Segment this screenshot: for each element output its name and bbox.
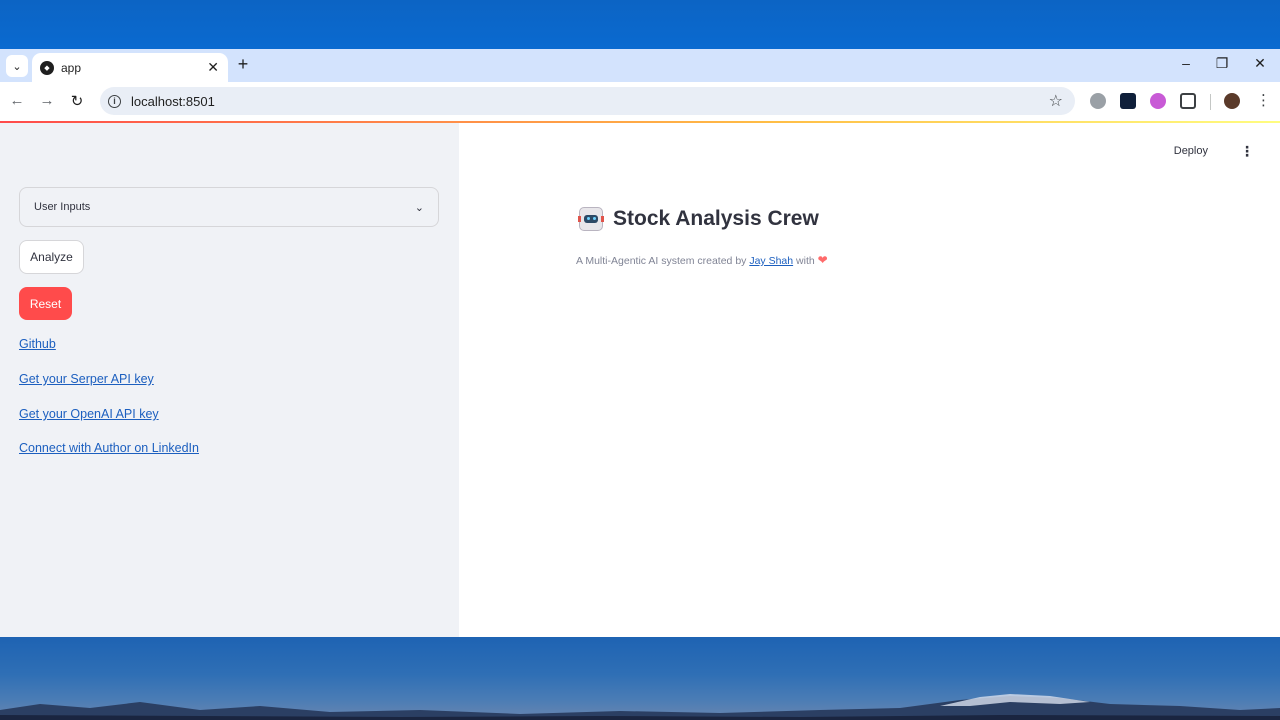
author-link[interactable]: Jay Shah xyxy=(749,255,793,267)
subtitle-prefix: A Multi-Agentic AI system created by xyxy=(576,255,750,267)
star-icon[interactable]: ☆ xyxy=(1049,91,1063,111)
puzzle-icon[interactable] xyxy=(1180,93,1196,109)
serper-api-link[interactable]: Get your Serper API key xyxy=(19,372,154,386)
main-content: Deploy ⋮ Stock Analysis Crew A Multi-Age… xyxy=(459,123,1280,637)
toolbar-divider xyxy=(1210,94,1211,110)
profile-avatar[interactable] xyxy=(1224,93,1240,109)
deploy-button[interactable]: Deploy xyxy=(1174,145,1208,157)
heart-icon: ❤ xyxy=(817,253,828,267)
analyze-button[interactable]: Analyze xyxy=(19,240,84,274)
back-icon[interactable]: ← xyxy=(8,92,26,109)
reset-button[interactable]: Reset xyxy=(19,287,72,320)
minimize-icon[interactable]: – xyxy=(1178,55,1194,71)
main-menu-icon[interactable]: ⋮ xyxy=(1240,143,1254,160)
sidebar: User Inputs ⌄ Analyze Reset Github Get y… xyxy=(0,123,459,637)
tab-list-icon[interactable]: ⌄ xyxy=(6,55,28,77)
tab-strip: ⌄ ◆ app ✕ + – ❐ ✕ xyxy=(0,49,1280,82)
window-close-icon[interactable]: ✕ xyxy=(1252,55,1268,72)
reload-icon[interactable]: ↻ xyxy=(68,92,86,110)
expander-label: User Inputs xyxy=(34,201,91,213)
extension-brain-icon[interactable] xyxy=(1150,93,1166,109)
streamlit-app: User Inputs ⌄ Analyze Reset Github Get y… xyxy=(0,123,1280,637)
user-inputs-expander[interactable]: User Inputs ⌄ xyxy=(19,187,439,227)
browser-window: ⌄ ◆ app ✕ + – ❐ ✕ ← → ↻ i localhost:8501… xyxy=(0,49,1280,637)
openai-api-link[interactable]: Get your OpenAI API key xyxy=(19,407,159,421)
forward-icon[interactable]: → xyxy=(38,92,56,109)
info-icon[interactable]: i xyxy=(108,94,121,108)
subtitle-suffix: with xyxy=(793,255,818,267)
title-row: Stock Analysis Crew xyxy=(578,207,819,231)
url-text[interactable]: localhost:8501 xyxy=(131,94,215,109)
robot-icon xyxy=(578,207,604,231)
extension-react-icon[interactable] xyxy=(1120,93,1136,109)
github-link[interactable]: Github xyxy=(19,337,56,351)
plus-icon[interactable]: + xyxy=(234,54,252,75)
app-favicon: ◆ xyxy=(40,60,54,75)
restore-icon[interactable]: ❐ xyxy=(1214,55,1230,72)
page-title: Stock Analysis Crew xyxy=(613,207,819,230)
address-bar[interactable]: i localhost:8501 ☆ xyxy=(100,87,1075,115)
tab-app[interactable]: ◆ app ✕ xyxy=(32,53,228,82)
extension-bug-icon[interactable] xyxy=(1090,93,1106,109)
linkedin-link[interactable]: Connect with Author on LinkedIn xyxy=(19,441,199,455)
subtitle: A Multi-Agentic AI system created by Jay… xyxy=(576,253,828,267)
tab-title: app xyxy=(61,60,82,75)
more-icon[interactable]: ⋮ xyxy=(1256,91,1271,109)
chevron-down-icon: ⌄ xyxy=(414,201,424,214)
browser-toolbar: ← → ↻ i localhost:8501 ☆ ⋮ xyxy=(0,82,1280,121)
desktop-background-top xyxy=(0,0,1280,49)
close-icon[interactable]: ✕ xyxy=(207,59,219,76)
desktop-background-bottom xyxy=(0,637,1280,720)
